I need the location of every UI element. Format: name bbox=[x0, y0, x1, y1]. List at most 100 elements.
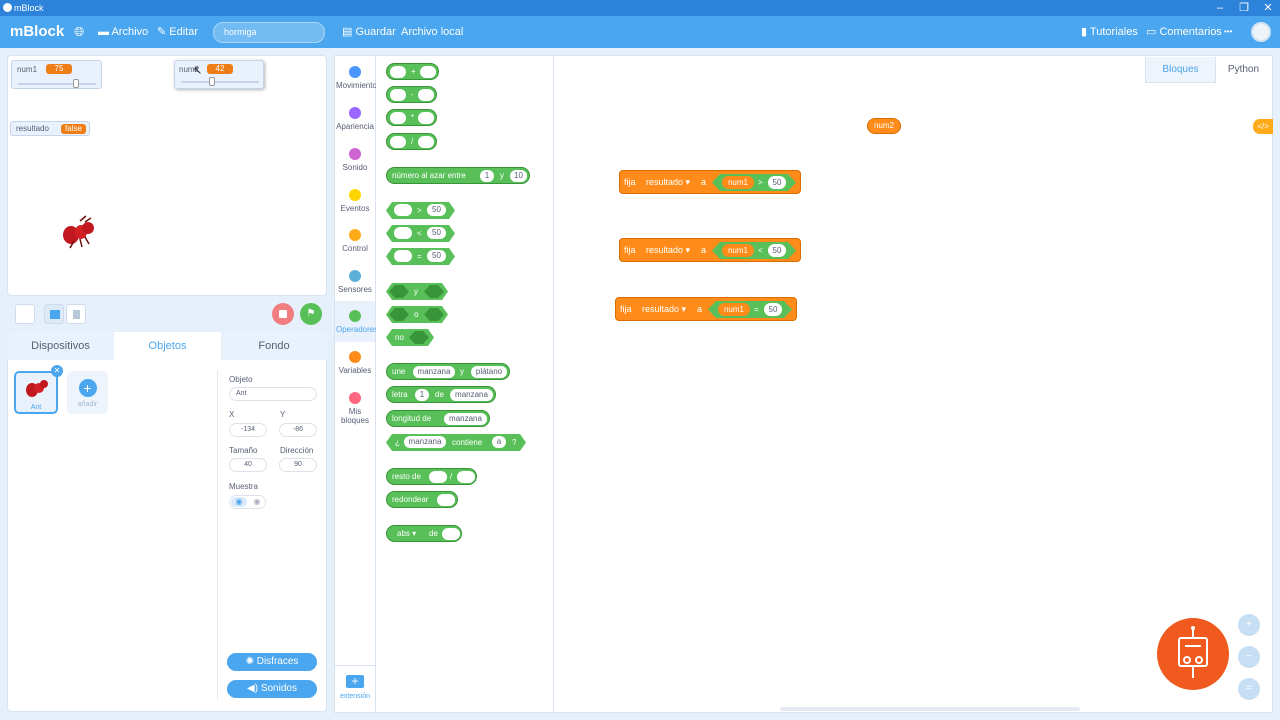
category-operators[interactable]: Operadores bbox=[336, 310, 378, 334]
input-slot[interactable]: manzana bbox=[413, 366, 455, 378]
divide-block[interactable]: / bbox=[386, 133, 437, 150]
tab-python[interactable]: Python bbox=[1215, 57, 1271, 83]
input-slot[interactable] bbox=[418, 89, 434, 101]
direction-input[interactable]: 90 bbox=[279, 458, 317, 472]
file-menu[interactable]: ▬ Archivo bbox=[98, 16, 148, 48]
show-eye-icon[interactable]: ◉ bbox=[231, 497, 247, 507]
input-slot[interactable]: 50 bbox=[427, 204, 446, 216]
zoom-reset-icon[interactable]: = bbox=[1238, 678, 1260, 700]
zoom-in-icon[interactable]: + bbox=[1238, 614, 1260, 636]
dropdown-label[interactable]: abs ▾ bbox=[397, 526, 416, 541]
y-input[interactable]: -86 bbox=[279, 423, 317, 437]
letter-of-block[interactable]: letra 1 de manzana bbox=[386, 386, 496, 403]
green-flag-button[interactable]: ⚑ bbox=[300, 303, 322, 325]
input-slot[interactable]: 10 bbox=[510, 170, 527, 182]
input-slot[interactable] bbox=[390, 112, 406, 124]
local-file-button[interactable]: Archivo local bbox=[401, 16, 463, 48]
input-slot[interactable]: 1 bbox=[415, 389, 429, 401]
variable-reporter-num2[interactable]: num2 bbox=[867, 118, 901, 134]
input-slot[interactable] bbox=[418, 112, 434, 124]
multiply-block[interactable]: * bbox=[386, 109, 437, 126]
random-block[interactable]: número al azar entre 1 y 10 bbox=[386, 167, 530, 184]
contains-block[interactable]: ¿ manzana contiene a? bbox=[386, 434, 526, 451]
input-slot[interactable]: manzana bbox=[450, 389, 493, 401]
project-name-input[interactable]: hormiga bbox=[213, 22, 325, 43]
save-button[interactable]: ▤ Guardar bbox=[342, 16, 396, 48]
restore-icon[interactable]: ❐ bbox=[1232, 0, 1256, 16]
stop-button[interactable] bbox=[272, 303, 294, 325]
input-slot[interactable]: 50 bbox=[427, 250, 446, 262]
category-variables[interactable]: Variables bbox=[336, 351, 374, 375]
input-slot[interactable]: manzana bbox=[404, 436, 446, 448]
input-slot[interactable]: plátano bbox=[471, 366, 507, 378]
length-block[interactable]: longitud de manzana bbox=[386, 410, 490, 427]
category-my-blocks[interactable]: Mis bloques bbox=[336, 392, 374, 425]
add-block[interactable]: + bbox=[386, 63, 439, 80]
variable-monitor-num2[interactable]: num2 42 ↖ bbox=[174, 60, 264, 89]
close-icon[interactable]: ✕ bbox=[1256, 0, 1280, 16]
less-than-block[interactable]: <50 bbox=[386, 225, 455, 242]
input-slot[interactable] bbox=[390, 66, 406, 78]
equals-block[interactable]: = 50 bbox=[386, 248, 455, 265]
x-input[interactable]: -134 bbox=[229, 423, 267, 437]
input-slot[interactable]: 1 bbox=[480, 170, 494, 182]
set-variable-block[interactable]: fija resultado ▾ a num1 < 50 bbox=[619, 238, 801, 262]
less-than-block[interactable]: num1 < 50 bbox=[712, 242, 796, 259]
category-events[interactable]: Eventos bbox=[336, 189, 374, 213]
extension-button[interactable]: + extensión bbox=[335, 665, 375, 712]
minimize-icon[interactable]: – bbox=[1208, 0, 1232, 16]
input-slot[interactable]: manzana bbox=[444, 413, 487, 425]
category-sensing[interactable]: Sensores bbox=[336, 270, 374, 294]
input-slot[interactable] bbox=[442, 528, 460, 540]
code-icon[interactable]: </> bbox=[1253, 119, 1273, 134]
set-variable-block[interactable]: fija resultado ▾ a num1 = 50 bbox=[615, 297, 797, 321]
script-workspace[interactable] bbox=[553, 55, 1273, 713]
sounds-button[interactable]: ◀) Sonidos bbox=[227, 680, 317, 698]
and-block[interactable]: y bbox=[386, 283, 448, 300]
input-slot[interactable] bbox=[418, 136, 434, 148]
size-input[interactable]: 40 bbox=[229, 458, 267, 472]
variable-monitor-num1[interactable]: num1 75 bbox=[11, 60, 102, 89]
small-stage-icon[interactable] bbox=[15, 304, 35, 324]
layout-icon[interactable] bbox=[66, 304, 86, 324]
variable-dropdown[interactable]: resultado ▾ bbox=[642, 298, 686, 320]
input-slot[interactable]: a bbox=[492, 436, 506, 448]
normal-stage-icon[interactable] bbox=[44, 304, 64, 324]
tutorials-button[interactable]: ▮ Tutoriales bbox=[1081, 16, 1138, 48]
add-sprite-button[interactable]: + añadir bbox=[67, 371, 108, 414]
input-slot[interactable]: 50 bbox=[768, 176, 786, 189]
object-name-input[interactable]: Ant bbox=[229, 387, 317, 401]
input-slot[interactable] bbox=[390, 89, 406, 101]
not-block[interactable]: no bbox=[386, 329, 434, 346]
variable-dropdown[interactable]: resultado ▾ bbox=[646, 239, 690, 261]
greater-than-block[interactable]: >50 bbox=[386, 202, 455, 219]
stage[interactable]: num1 75 num2 42 ↖ resultado false bbox=[7, 55, 327, 296]
category-control[interactable]: Control bbox=[336, 229, 374, 253]
input-slot[interactable] bbox=[429, 471, 447, 483]
input-slot[interactable] bbox=[457, 471, 475, 483]
mod-block[interactable]: resto de / bbox=[386, 468, 477, 485]
delete-sprite-icon[interactable]: ✕ bbox=[51, 365, 63, 377]
input-slot[interactable] bbox=[394, 250, 412, 262]
tab-devices[interactable]: Dispositivos bbox=[7, 332, 114, 360]
avatar[interactable] bbox=[1251, 22, 1271, 42]
equals-block[interactable]: num1 = 50 bbox=[708, 301, 792, 318]
comments-button[interactable]: ▭ Comentarios bbox=[1146, 16, 1222, 48]
tab-background[interactable]: Fondo bbox=[221, 332, 327, 360]
ant-sprite[interactable] bbox=[60, 215, 96, 251]
zoom-out-icon[interactable]: − bbox=[1238, 646, 1260, 668]
horizontal-scrollbar[interactable] bbox=[780, 707, 1080, 711]
greater-than-block[interactable]: num1 > 50 bbox=[712, 174, 796, 191]
category-sound[interactable]: Sonido bbox=[336, 148, 374, 172]
category-motion[interactable]: Movimiento bbox=[336, 66, 377, 90]
input-slot[interactable] bbox=[394, 204, 412, 216]
subtract-block[interactable]: - bbox=[386, 86, 437, 103]
costumes-button[interactable]: ✺ Disfraces bbox=[227, 653, 317, 671]
input-slot[interactable]: 50 bbox=[427, 227, 446, 239]
category-looks[interactable]: Apariencia bbox=[336, 107, 374, 131]
variable-reporter-num1[interactable]: num1 bbox=[718, 303, 750, 316]
edit-menu[interactable]: ✎ Editar bbox=[157, 16, 198, 48]
input-slot[interactable]: 50 bbox=[768, 244, 786, 257]
input-slot[interactable]: 50 bbox=[764, 303, 782, 316]
slider-handle[interactable] bbox=[209, 77, 215, 86]
